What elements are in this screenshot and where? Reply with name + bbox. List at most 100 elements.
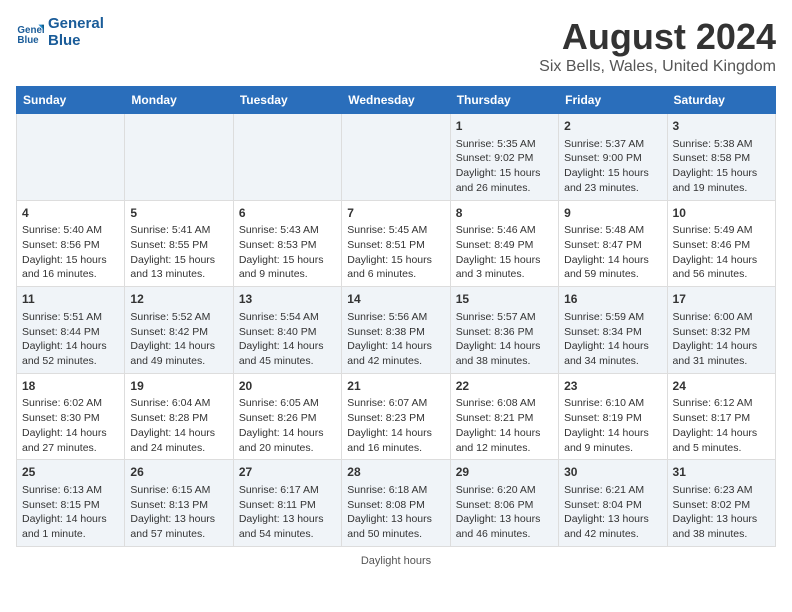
- day-number: 27: [239, 464, 336, 481]
- day-number: 11: [22, 291, 119, 308]
- day-number: 23: [564, 378, 661, 395]
- day-number: 18: [22, 378, 119, 395]
- day-number: 10: [673, 205, 770, 222]
- calendar-cell: 2 Sunrise: 5:37 AM Sunset: 9:00 PM Daylig…: [559, 114, 667, 201]
- day-info: Sunrise: 5:57 AM Sunset: 8:36 PM Dayligh…: [456, 310, 553, 369]
- calendar-week-row: 11 Sunrise: 5:51 AM Sunset: 8:44 PM Dayli…: [17, 287, 776, 374]
- day-number: 1: [456, 118, 553, 135]
- day-number: 2: [564, 118, 661, 135]
- calendar-cell: 23Sunrise: 6:10 AM Sunset: 8:19 PM Dayli…: [559, 373, 667, 460]
- weekday-header: Wednesday: [342, 87, 450, 114]
- day-number: 6: [239, 205, 336, 222]
- day-info: Sunrise: 6:04 AM Sunset: 8:28 PM Dayligh…: [130, 396, 227, 455]
- day-number: 9: [564, 205, 661, 222]
- day-number: 3: [673, 118, 770, 135]
- day-info: Sunrise: 5:35 AM Sunset: 9:02 PM Dayligh…: [456, 137, 553, 196]
- calendar-cell: 9Sunrise: 5:48 AM Sunset: 8:47 PM Daylig…: [559, 200, 667, 287]
- day-number: 19: [130, 378, 227, 395]
- day-info: Sunrise: 5:41 AM Sunset: 8:55 PM Dayligh…: [130, 223, 227, 282]
- day-number: 4: [22, 205, 119, 222]
- calendar-cell: 25Sunrise: 6:13 AM Sunset: 8:15 PM Dayli…: [17, 460, 125, 547]
- page-header: General Blue General Blue August 2024 Si…: [16, 16, 776, 76]
- calendar-cell: 22Sunrise: 6:08 AM Sunset: 8:21 PM Dayli…: [450, 373, 558, 460]
- day-number: 22: [456, 378, 553, 395]
- day-number: 8: [456, 205, 553, 222]
- calendar-cell: 31Sunrise: 6:23 AM Sunset: 8:02 PM Dayli…: [667, 460, 775, 547]
- day-info: Sunrise: 5:49 AM Sunset: 8:46 PM Dayligh…: [673, 223, 770, 282]
- day-number: 21: [347, 378, 444, 395]
- day-number: 14: [347, 291, 444, 308]
- calendar-cell: 30Sunrise: 6:21 AM Sunset: 8:04 PM Dayli…: [559, 460, 667, 547]
- logo: General Blue General Blue: [16, 16, 104, 49]
- title-block: August 2024 Six Bells, Wales, United Kin…: [539, 16, 776, 76]
- day-info: Sunrise: 6:05 AM Sunset: 8:26 PM Dayligh…: [239, 396, 336, 455]
- day-info: Sunrise: 5:59 AM Sunset: 8:34 PM Dayligh…: [564, 310, 661, 369]
- calendar-cell: 10Sunrise: 5:49 AM Sunset: 8:46 PM Dayli…: [667, 200, 775, 287]
- weekday-header: Friday: [559, 87, 667, 114]
- day-info: Sunrise: 6:18 AM Sunset: 8:08 PM Dayligh…: [347, 483, 444, 542]
- day-info: Sunrise: 6:15 AM Sunset: 8:13 PM Dayligh…: [130, 483, 227, 542]
- calendar-cell: 14Sunrise: 5:56 AM Sunset: 8:38 PM Dayli…: [342, 287, 450, 374]
- calendar-cell: 8Sunrise: 5:46 AM Sunset: 8:49 PM Daylig…: [450, 200, 558, 287]
- day-info: Sunrise: 5:38 AM Sunset: 8:58 PM Dayligh…: [673, 137, 770, 196]
- day-number: 12: [130, 291, 227, 308]
- calendar-cell: 16 Sunrise: 5:59 AM Sunset: 8:34 PM Dayli…: [559, 287, 667, 374]
- day-info: Sunrise: 6:20 AM Sunset: 8:06 PM Dayligh…: [456, 483, 553, 542]
- calendar-week-row: 25Sunrise: 6:13 AM Sunset: 8:15 PM Dayli…: [17, 460, 776, 547]
- day-info: Sunrise: 6:07 AM Sunset: 8:23 PM Dayligh…: [347, 396, 444, 455]
- calendar-cell: 12 Sunrise: 5:52 AM Sunset: 8:42 PM Dayli…: [125, 287, 233, 374]
- calendar-cell: 20Sunrise: 6:05 AM Sunset: 8:26 PM Dayli…: [233, 373, 341, 460]
- calendar-cell: [17, 114, 125, 201]
- day-number: 31: [673, 464, 770, 481]
- day-info: Sunrise: 5:37 AM Sunset: 9:00 PM Dayligh…: [564, 137, 661, 196]
- day-info: Sunrise: 5:45 AM Sunset: 8:51 PM Dayligh…: [347, 223, 444, 282]
- day-info: Sunrise: 5:40 AM Sunset: 8:56 PM Dayligh…: [22, 223, 119, 282]
- calendar-cell: 18Sunrise: 6:02 AM Sunset: 8:30 PM Dayli…: [17, 373, 125, 460]
- day-number: 16: [564, 291, 661, 308]
- day-number: 26: [130, 464, 227, 481]
- calendar-cell: 1 Sunrise: 5:35 AM Sunset: 9:02 PM Daylig…: [450, 114, 558, 201]
- calendar-cell: [342, 114, 450, 201]
- logo-text: General Blue: [48, 16, 104, 49]
- day-number: 17: [673, 291, 770, 308]
- calendar-cell: 17 Sunrise: 6:00 AM Sunset: 8:32 PM Dayli…: [667, 287, 775, 374]
- weekday-header: Monday: [125, 87, 233, 114]
- calendar-week-row: 4Sunrise: 5:40 AM Sunset: 8:56 PM Daylig…: [17, 200, 776, 287]
- main-title: August 2024: [539, 16, 776, 58]
- calendar-cell: 29 Sunrise: 6:20 AM Sunset: 8:06 PM Dayli…: [450, 460, 558, 547]
- calendar-cell: [125, 114, 233, 201]
- calendar-cell: 26 Sunrise: 6:15 AM Sunset: 8:13 PM Dayli…: [125, 460, 233, 547]
- day-number: 13: [239, 291, 336, 308]
- calendar-cell: 21Sunrise: 6:07 AM Sunset: 8:23 PM Dayli…: [342, 373, 450, 460]
- day-number: 20: [239, 378, 336, 395]
- calendar-header-row: SundayMondayTuesdayWednesdayThursdayFrid…: [17, 87, 776, 114]
- day-info: Sunrise: 5:51 AM Sunset: 8:44 PM Dayligh…: [22, 310, 119, 369]
- calendar-cell: 5Sunrise: 5:41 AM Sunset: 8:55 PM Daylig…: [125, 200, 233, 287]
- day-info: Sunrise: 5:48 AM Sunset: 8:47 PM Dayligh…: [564, 223, 661, 282]
- calendar-table: SundayMondayTuesdayWednesdayThursdayFrid…: [16, 86, 776, 547]
- calendar-cell: 13Sunrise: 5:54 AM Sunset: 8:40 PM Dayli…: [233, 287, 341, 374]
- weekday-header: Sunday: [17, 87, 125, 114]
- calendar-cell: [233, 114, 341, 201]
- calendar-cell: 24Sunrise: 6:12 AM Sunset: 8:17 PM Dayli…: [667, 373, 775, 460]
- calendar-cell: 19Sunrise: 6:04 AM Sunset: 8:28 PM Dayli…: [125, 373, 233, 460]
- calendar-cell: 7Sunrise: 5:45 AM Sunset: 8:51 PM Daylig…: [342, 200, 450, 287]
- day-info: Sunrise: 6:00 AM Sunset: 8:32 PM Dayligh…: [673, 310, 770, 369]
- day-number: 29: [456, 464, 553, 481]
- weekday-header: Tuesday: [233, 87, 341, 114]
- day-number: 28: [347, 464, 444, 481]
- weekday-header: Thursday: [450, 87, 558, 114]
- day-info: Sunrise: 5:52 AM Sunset: 8:42 PM Dayligh…: [130, 310, 227, 369]
- logo-icon: General Blue: [16, 19, 44, 47]
- calendar-cell: 28 Sunrise: 6:18 AM Sunset: 8:08 PM Dayli…: [342, 460, 450, 547]
- day-info: Sunrise: 6:12 AM Sunset: 8:17 PM Dayligh…: [673, 396, 770, 455]
- day-info: Sunrise: 6:10 AM Sunset: 8:19 PM Dayligh…: [564, 396, 661, 455]
- svg-text:Blue: Blue: [17, 34, 39, 45]
- day-info: Sunrise: 5:46 AM Sunset: 8:49 PM Dayligh…: [456, 223, 553, 282]
- calendar-week-row: 1 Sunrise: 5:35 AM Sunset: 9:02 PM Daylig…: [17, 114, 776, 201]
- weekday-header: Saturday: [667, 87, 775, 114]
- calendar-cell: 27Sunrise: 6:17 AM Sunset: 8:11 PM Dayli…: [233, 460, 341, 547]
- calendar-cell: 6Sunrise: 5:43 AM Sunset: 8:53 PM Daylig…: [233, 200, 341, 287]
- day-number: 25: [22, 464, 119, 481]
- calendar-cell: 15Sunrise: 5:57 AM Sunset: 8:36 PM Dayli…: [450, 287, 558, 374]
